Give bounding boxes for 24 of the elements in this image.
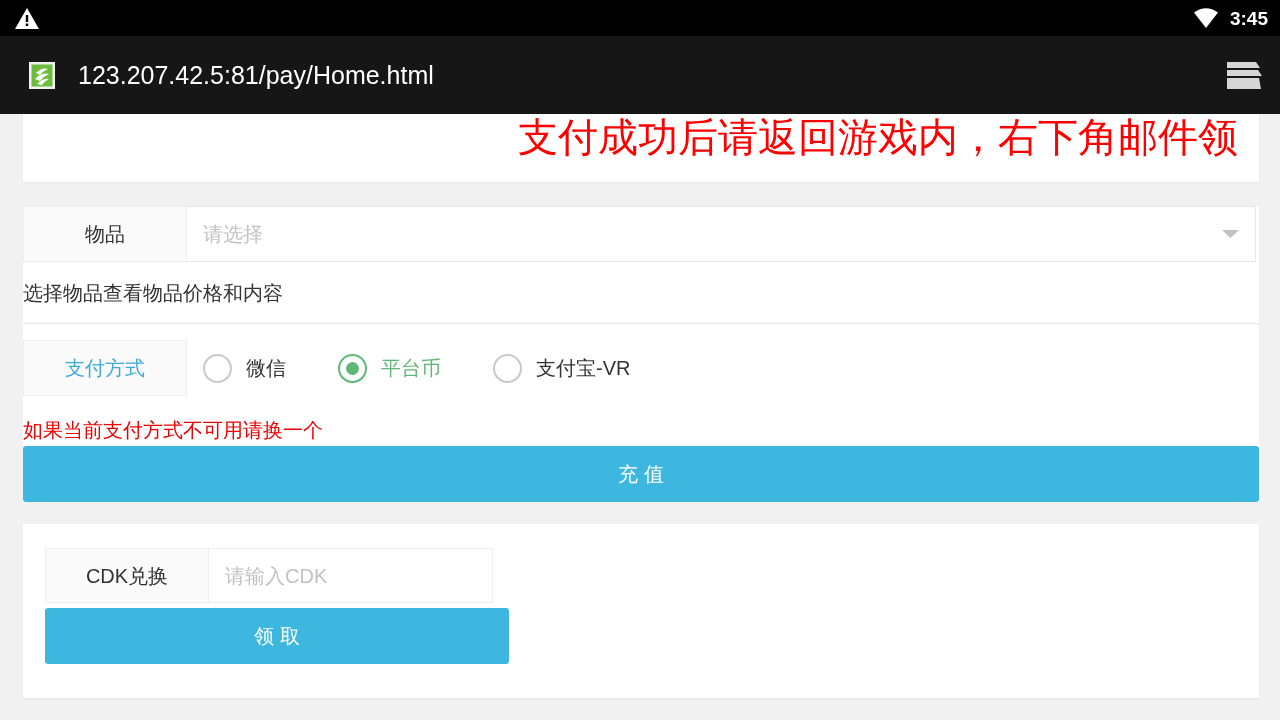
url-text[interactable]: 123.207.42.5:81/pay/Home.html [78,62,434,88]
field-label: CDK兑换 [45,548,209,603]
field-label: 支付方式 [23,340,187,396]
warning-text: 如果当前支付方式不可用请换一个 [23,419,323,441]
item-select[interactable]: 请选择 [187,206,1256,262]
tabs-icon[interactable] [1227,61,1262,89]
app-logo-icon [29,61,55,89]
radio-label[interactable]: 微信 [246,353,286,383]
hint-text: 选择物品查看物品价格和内容 [23,280,283,306]
radio-label[interactable]: 平台币 [381,353,441,383]
radio-label[interactable]: 支付宝-VR [536,353,631,383]
notice-text: 支付成功后请返回游戏内，右下角邮件领 [518,114,1238,160]
field-label: 物品 [23,206,187,262]
recharge-button[interactable]: 充 值 [23,446,1259,502]
radio-button[interactable] [338,353,367,383]
select-placeholder: 请选择 [203,222,263,247]
cdk-input[interactable]: 请输入CDK [209,548,493,603]
radio-button[interactable] [493,353,522,383]
radio-button[interactable] [203,353,232,383]
warning-icon [15,7,39,29]
claim-button[interactable]: 领 取 [45,608,509,664]
wifi-icon [1193,8,1218,28]
clock-time: 3:45 [1229,8,1268,28]
caret-icon [1222,230,1239,238]
